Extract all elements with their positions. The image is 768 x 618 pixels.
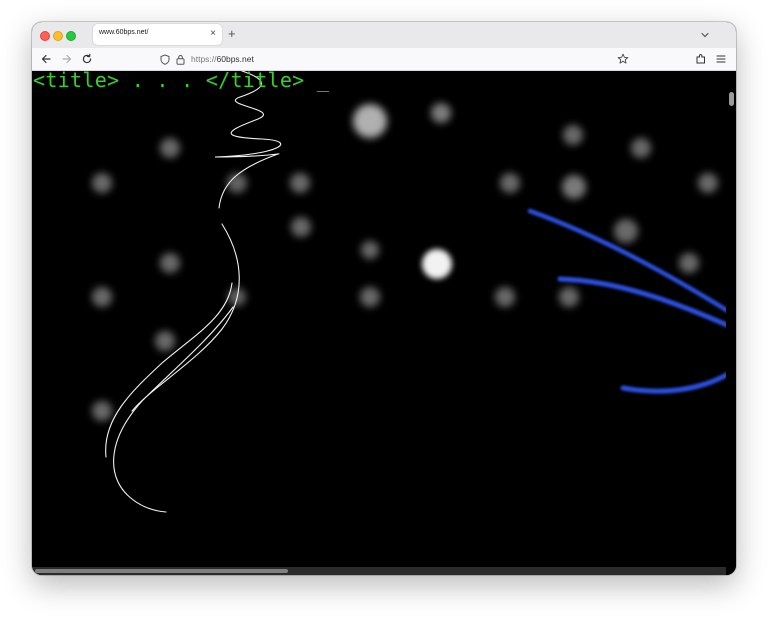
forward-arrow-icon[interactable] [61, 53, 73, 65]
glow-dot [160, 138, 180, 158]
glow-dots [92, 103, 718, 421]
reload-icon[interactable] [81, 53, 93, 65]
white-curves [105, 71, 282, 513]
url-text[interactable]: https://60bps.net [191, 54, 254, 64]
white-curve [131, 223, 240, 412]
glow-dot [563, 125, 583, 145]
page-heading: <title> . . . </title> _ [33, 71, 330, 92]
blue-stroke [620, 366, 736, 394]
tab-active[interactable]: www.60bps.net/ × [93, 24, 222, 45]
minimize-window-button[interactable] [53, 31, 63, 41]
animation-canvas [92, 71, 736, 513]
url-scheme: https:// [191, 54, 217, 64]
url-host: 60bps.net [216, 54, 254, 64]
glow-dot [360, 287, 380, 307]
glow-dot [92, 401, 112, 421]
glow-dot [422, 249, 452, 279]
vertical-scroll-thumb[interactable] [729, 92, 734, 106]
glow-dot [92, 287, 112, 307]
glow-dot [559, 287, 579, 307]
glow-dot [562, 175, 586, 199]
glow-dot [495, 287, 515, 307]
white-curve [105, 282, 233, 458]
back-arrow-icon[interactable] [40, 53, 52, 65]
lock-icon[interactable] [176, 54, 185, 65]
vertical-scrollbar[interactable] [726, 71, 736, 575]
glow-dot [614, 219, 638, 243]
blue-stroke [557, 276, 736, 332]
close-icon[interactable]: × [210, 27, 216, 41]
horizontal-scrollbar[interactable] [32, 567, 726, 575]
glow-dot [290, 173, 310, 193]
chevron-down-icon[interactable] [700, 30, 710, 40]
tab-title: www.60bps.net/ [99, 29, 149, 36]
glow-dot [500, 173, 520, 193]
horizontal-scroll-thumb[interactable] [35, 569, 288, 573]
plus-icon[interactable]: + [228, 27, 236, 41]
glow-dot [227, 173, 247, 193]
glow-dot [160, 253, 180, 273]
glow-dot [155, 331, 175, 351]
star-icon[interactable] [617, 53, 629, 65]
glow-dot [631, 138, 651, 158]
page-viewport: <title> . . . </title> _ [32, 71, 736, 575]
extensions-icon[interactable] [695, 53, 707, 65]
browser-window: www.60bps.net/ × + https://60bps.net <ti… [32, 22, 736, 575]
address-bar[interactable]: https://60bps.net [157, 52, 637, 67]
glow-dot [679, 253, 699, 273]
close-window-button[interactable] [40, 31, 50, 41]
menu-icon[interactable] [715, 53, 727, 65]
glow-dot [698, 173, 718, 193]
glow-dot [291, 217, 311, 237]
tab-bar: www.60bps.net/ × + [32, 22, 736, 48]
glow-dot [431, 103, 451, 123]
shield-icon[interactable] [160, 54, 170, 65]
zoom-window-button[interactable] [66, 31, 76, 41]
glow-dot [92, 173, 112, 193]
glow-dot [353, 104, 387, 138]
navigation-toolbar: https://60bps.net [32, 48, 736, 71]
glow-dot [361, 241, 379, 259]
